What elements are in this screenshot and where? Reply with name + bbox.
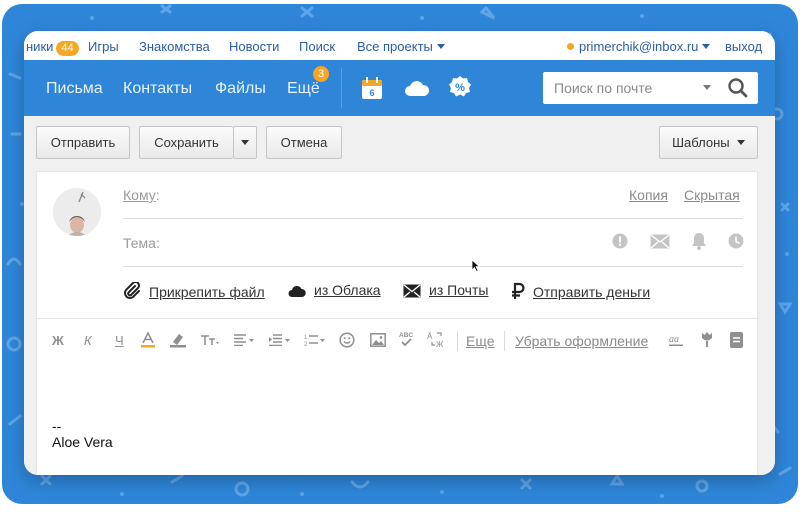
- font-size-icon[interactable]: [200, 333, 220, 350]
- mail-search: [543, 72, 758, 104]
- compose-background: Кому: Копия Скрытая Тема: Прикрепить фай…: [24, 171, 775, 475]
- svg-text:aa: aa: [669, 334, 679, 345]
- subject-label: Тема:: [123, 235, 160, 251]
- mouse-cursor-icon: [471, 259, 481, 273]
- portal-item-games[interactable]: Игры: [88, 39, 119, 54]
- svg-text:Ж: Ж: [436, 340, 444, 348]
- cloud-icon[interactable]: [404, 79, 430, 102]
- attach-cloud-label: из Облака: [314, 282, 381, 298]
- notification-badge: 44: [56, 41, 79, 56]
- discount-icon[interactable]: %: [448, 75, 472, 104]
- svg-text:%: %: [455, 82, 465, 94]
- logout-link[interactable]: выход: [725, 39, 762, 54]
- format-divider: [504, 331, 505, 351]
- paperclip-icon: [124, 280, 141, 299]
- svg-text:ABC: ABC: [399, 332, 413, 339]
- mail-window: ники 44 Игры Знакомства Новости Поиск Все…: [24, 31, 775, 475]
- svg-text:Ä: Ä: [427, 332, 433, 341]
- bcc-link[interactable]: Скрытая: [684, 187, 740, 203]
- tulip-icon[interactable]: [700, 331, 714, 350]
- main-nav: Письма Контакты Файлы Ещё 3 6 %: [24, 60, 775, 116]
- emoji-icon[interactable]: [339, 332, 355, 351]
- nav-item-letters[interactable]: Письма: [46, 80, 103, 98]
- chevron-down-icon: [436, 44, 445, 49]
- nav-item-more[interactable]: Ещё: [287, 80, 320, 98]
- ruble-icon: [512, 282, 525, 299]
- portal-item-search[interactable]: Поиск: [299, 39, 335, 54]
- bold-button[interactable]: Ж: [52, 333, 64, 348]
- to-label-text[interactable]: Кому: [123, 187, 156, 203]
- search-icon[interactable]: [726, 77, 750, 99]
- all-projects-label: Все проекты: [357, 39, 433, 54]
- send-money-button[interactable]: Отправить деньги: [511, 282, 650, 300]
- account-email: primerchik@inbox.ru: [579, 39, 699, 54]
- svg-text:2: 2: [304, 342, 308, 347]
- templates-button[interactable]: Шаблоны: [659, 126, 758, 159]
- compose-toolbar: Отправить Сохранить Отмена Шаблоны: [24, 116, 775, 171]
- format-divider: [457, 331, 458, 351]
- status-dot-icon: [567, 43, 574, 50]
- portal-bar: ники 44 Игры Знакомства Новости Поиск Все…: [24, 31, 775, 60]
- calendar-icon[interactable]: 6: [361, 76, 383, 105]
- format-toolbar: Ж К Ч 12 ABC Ä Ж Еще Убрать оформление a…: [37, 318, 757, 362]
- notify-icon[interactable]: [650, 234, 670, 254]
- compose-form: Кому: Копия Скрытая Тема: Прикрепить фай…: [36, 171, 758, 475]
- attach-file-button[interactable]: Прикрепить файл: [123, 280, 265, 300]
- account-menu[interactable]: primerchik@inbox.ru: [567, 39, 711, 54]
- chevron-down-icon: [702, 44, 711, 49]
- send-button[interactable]: Отправить: [36, 126, 130, 159]
- signature-name: Aloe Vera: [52, 434, 113, 450]
- cloud-icon: [288, 285, 306, 297]
- portal-item-all-projects[interactable]: Все проекты: [357, 39, 445, 54]
- cancel-button[interactable]: Отмена: [266, 126, 342, 159]
- spellcheck-icon[interactable]: ABC: [398, 330, 416, 351]
- search-input[interactable]: [543, 72, 693, 104]
- to-field-underline: [123, 218, 743, 219]
- highlight-icon[interactable]: [170, 332, 186, 351]
- list-icon[interactable]: 12: [304, 333, 326, 350]
- nav-divider: [341, 68, 342, 108]
- attach-mail-button[interactable]: из Почты: [403, 282, 488, 298]
- more-format-link[interactable]: Еще: [466, 333, 495, 349]
- signature-style-icon[interactable]: aa: [669, 333, 685, 350]
- envelope-icon: [403, 284, 421, 298]
- important-icon[interactable]: [612, 233, 628, 254]
- image-icon[interactable]: [370, 333, 386, 350]
- cc-link[interactable]: Копия: [629, 187, 668, 203]
- to-label-colon: :: [155, 187, 160, 203]
- send-money-label: Отправить деньги: [533, 284, 651, 300]
- nav-item-contacts[interactable]: Контакты: [123, 80, 192, 98]
- clock-icon[interactable]: [728, 233, 744, 254]
- text-color-icon[interactable]: [141, 331, 155, 351]
- signature-dashes: --: [52, 418, 62, 434]
- save-button[interactable]: Сохранить: [139, 126, 233, 159]
- save-options-button[interactable]: [233, 126, 257, 159]
- attach-mail-label: из Почты: [429, 282, 489, 298]
- more-badge: 3: [313, 66, 329, 82]
- nav-item-files[interactable]: Файлы: [215, 80, 266, 98]
- svg-text:1: 1: [304, 335, 308, 341]
- underline-button[interactable]: Ч: [115, 333, 124, 348]
- search-scope-dropdown[interactable]: [703, 85, 711, 90]
- bell-icon[interactable]: [691, 232, 707, 255]
- portal-item-news[interactable]: Новости: [229, 39, 279, 54]
- portal-item-label: ники: [26, 39, 54, 54]
- translate-icon[interactable]: ÄЖ: [427, 330, 445, 351]
- calendar-day: 6: [369, 88, 374, 98]
- avatar: [53, 188, 101, 236]
- align-icon[interactable]: [234, 334, 256, 349]
- indent-icon[interactable]: [269, 334, 291, 349]
- subject-field-underline: [123, 266, 743, 267]
- attach-file-label: Прикрепить файл: [149, 284, 265, 300]
- template-doc-icon[interactable]: [730, 332, 743, 351]
- italic-button[interactable]: К: [84, 333, 92, 348]
- chevron-down-icon: [736, 140, 745, 145]
- portal-item-dating[interactable]: Знакомства: [139, 39, 210, 54]
- attach-cloud-button[interactable]: из Облака: [288, 282, 381, 298]
- clear-format-link[interactable]: Убрать оформление: [515, 333, 648, 349]
- templates-label: Шаблоны: [672, 135, 730, 150]
- portal-item-partial[interactable]: ники 44: [26, 39, 79, 56]
- chevron-down-icon: [241, 140, 249, 145]
- to-label: Кому:: [123, 187, 160, 203]
